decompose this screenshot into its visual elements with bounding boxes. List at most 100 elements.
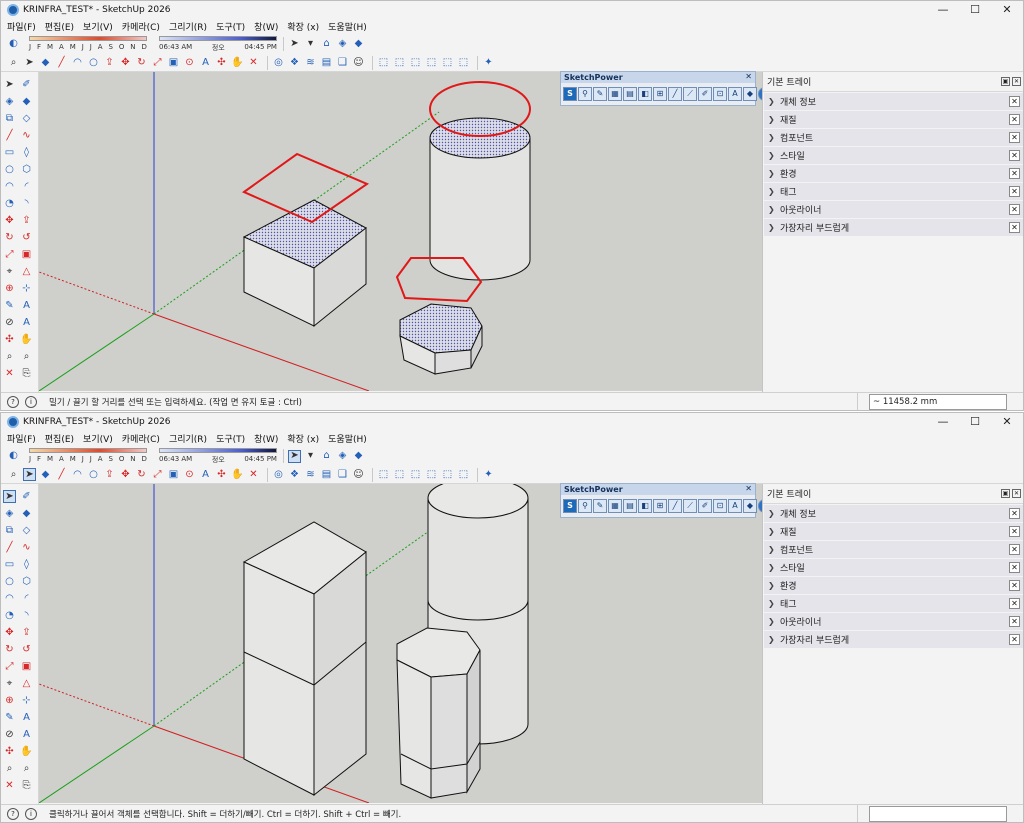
sp-tool-7-icon[interactable]: ╱ — [668, 87, 682, 101]
lock-icon[interactable]: ⌂ — [320, 450, 333, 463]
tray-item-tags[interactable]: ❯ 태그 ✕ — [764, 595, 1023, 612]
layers-icon[interactable]: ≋ — [304, 56, 317, 69]
zoom-extents-icon[interactable]: ✕ — [247, 56, 260, 69]
line-tool-icon[interactable]: ╱ — [3, 541, 16, 554]
menu-tools[interactable]: 도구(T) — [216, 432, 245, 445]
two-point-arc-icon[interactable]: ◜ — [20, 180, 33, 193]
view-left-icon[interactable]: ⬚ — [457, 468, 470, 481]
zoom-window-icon[interactable]: ⌕ — [20, 762, 33, 775]
text-tool-icon[interactable]: ✎ — [3, 711, 16, 724]
rectangle-tool-icon[interactable]: ▭ — [3, 558, 16, 571]
close-icon[interactable]: ✕ — [1009, 132, 1020, 143]
view-top-icon[interactable]: ⬚ — [393, 468, 406, 481]
sp-tool-10-icon[interactable]: ⊡ — [713, 87, 727, 101]
close-icon[interactable]: ✕ — [1009, 526, 1020, 537]
view-left-icon[interactable]: ⬚ — [457, 56, 470, 69]
close-icon[interactable]: ✕ — [1009, 168, 1020, 179]
view-back-icon[interactable]: ⬚ — [441, 468, 454, 481]
view-top-icon[interactable]: ⬚ — [393, 56, 406, 69]
previous-view-icon[interactable]: ⎘ — [20, 367, 33, 380]
tray-item-components[interactable]: ❯ 컴포넌트 ✕ — [764, 129, 1023, 146]
sketchpower-close-icon[interactable]: ✕ — [745, 484, 752, 493]
dimension-icon[interactable]: ⊕ — [3, 694, 16, 707]
measurements-box[interactable] — [869, 806, 1007, 822]
push-pull-icon[interactable]: ⇪ — [103, 468, 116, 481]
model-viewport[interactable] — [39, 484, 762, 803]
zoom-extents-icon[interactable]: ✕ — [247, 468, 260, 481]
tray-item-styles[interactable]: ❯ 스타일 ✕ — [764, 147, 1023, 164]
tray-item-entity-info[interactable]: ❯ 개체 정보 ✕ — [764, 505, 1023, 522]
sp-tool-10-icon[interactable]: ⊡ — [713, 499, 727, 513]
dropdown-arrow-icon[interactable]: ▾ — [304, 450, 317, 463]
view-iso-icon[interactable]: ⬚ — [377, 56, 390, 69]
view-right-icon[interactable]: ⬚ — [425, 468, 438, 481]
close-icon[interactable]: ✕ — [1009, 508, 1020, 519]
arc-tool-icon[interactable]: ◠ — [71, 468, 84, 481]
sp-tool-5-icon[interactable]: ◧ — [638, 87, 652, 101]
close-icon[interactable]: ✕ — [1009, 222, 1020, 233]
close-icon[interactable]: ✕ — [1009, 562, 1020, 573]
menu-help[interactable]: 도움말(H) — [328, 432, 367, 445]
sp-tool-11-icon[interactable]: A — [728, 499, 742, 513]
close-icon[interactable]: ✕ — [1009, 150, 1020, 161]
scale-tool-icon[interactable]: ⤢ — [3, 248, 16, 261]
tray-pin-icon[interactable]: ▣ — [1001, 77, 1010, 86]
pie-tool-icon[interactable]: ◔ — [3, 197, 16, 210]
orbit-icon[interactable]: ✣ — [215, 56, 228, 69]
account-icon[interactable]: ☺ — [352, 56, 365, 69]
time-slider[interactable]: 06:43 AM 정오 04:45 PM — [159, 447, 279, 465]
menu-draw[interactable]: 그리기(R) — [169, 20, 207, 33]
eraser-icon[interactable]: ◆ — [20, 95, 33, 108]
follow-me-icon[interactable]: ↺ — [20, 643, 33, 656]
polygon-tool-icon[interactable]: ⬡ — [20, 575, 33, 588]
warehouse-icon[interactable]: ▤ — [320, 468, 333, 481]
previous-view-icon[interactable]: ⎘ — [20, 779, 33, 792]
menu-window[interactable]: 창(W) — [254, 432, 278, 445]
component-icon[interactable]: ❖ — [288, 56, 301, 69]
menu-view[interactable]: 보기(V) — [83, 432, 113, 445]
info-icon[interactable]: i — [25, 808, 37, 820]
arc-tool-icon[interactable]: ◠ — [3, 180, 16, 193]
dropdown-arrow-icon[interactable]: ▾ — [304, 38, 317, 51]
time-slider-track[interactable] — [159, 36, 277, 41]
two-point-arc-icon[interactable]: ◜ — [20, 592, 33, 605]
measurements-box[interactable]: ~ 11458.2 mm — [869, 394, 1007, 410]
tray-close-icon[interactable]: ✕ — [1012, 77, 1021, 86]
paint-bucket-icon[interactable]: ◈ — [3, 507, 16, 520]
info-icon[interactable]: i — [25, 396, 37, 408]
rotate-tool-icon[interactable]: ↻ — [135, 56, 148, 69]
select-tool-icon[interactable]: ➤ — [23, 56, 36, 69]
sp-tool-6-icon[interactable]: ⊞ — [653, 499, 667, 513]
three-point-arc-icon[interactable]: ◝ — [20, 609, 33, 622]
minimize-button[interactable]: — — [927, 413, 959, 430]
geolocation-icon[interactable]: ? — [7, 808, 19, 820]
sp-tool-5-icon[interactable]: ◧ — [638, 499, 652, 513]
minimize-button[interactable]: — — [927, 1, 959, 18]
shadow-settings-icon[interactable]: ◐ — [7, 450, 20, 463]
tray-item-materials[interactable]: ❯ 재질 ✕ — [764, 111, 1023, 128]
push-pull-icon[interactable]: ⇪ — [103, 56, 116, 69]
select-tool-icon[interactable]: ➤ — [3, 78, 16, 91]
time-slider-track[interactable] — [159, 448, 277, 453]
tape-measure-icon[interactable]: ⊙ — [183, 56, 196, 69]
line-tool-icon[interactable]: ╱ — [3, 129, 16, 142]
lock-icon[interactable]: ⌂ — [320, 38, 333, 51]
search-icon[interactable]: ⌕ — [7, 468, 20, 481]
sp-tool-4-icon[interactable]: ▤ — [623, 499, 637, 513]
axes-tool-icon[interactable]: ⊹ — [20, 282, 33, 295]
zoom-extents-icon[interactable]: ✕ — [3, 779, 16, 792]
model-info-icon[interactable]: ◎ — [272, 56, 285, 69]
sketchpower-close-icon[interactable]: ✕ — [745, 72, 752, 81]
make-component-icon[interactable]: ⧉ — [3, 524, 16, 537]
rotated-rect-icon[interactable]: ◊ — [20, 558, 33, 571]
polygon-tool-icon[interactable]: ⬡ — [20, 163, 33, 176]
layers-icon[interactable]: ≋ — [304, 468, 317, 481]
offset-tool-icon[interactable]: ▣ — [20, 248, 33, 261]
view-back-icon[interactable]: ⬚ — [441, 56, 454, 69]
pie-tool-icon[interactable]: ◔ — [3, 609, 16, 622]
tray-pin-icon[interactable]: ▣ — [1001, 489, 1010, 498]
model-info-icon[interactable]: ◎ — [272, 468, 285, 481]
close-button[interactable]: ✕ — [991, 413, 1023, 430]
paint-bucket-icon[interactable]: ◈ — [3, 95, 16, 108]
search-icon[interactable]: ⌕ — [7, 56, 20, 69]
